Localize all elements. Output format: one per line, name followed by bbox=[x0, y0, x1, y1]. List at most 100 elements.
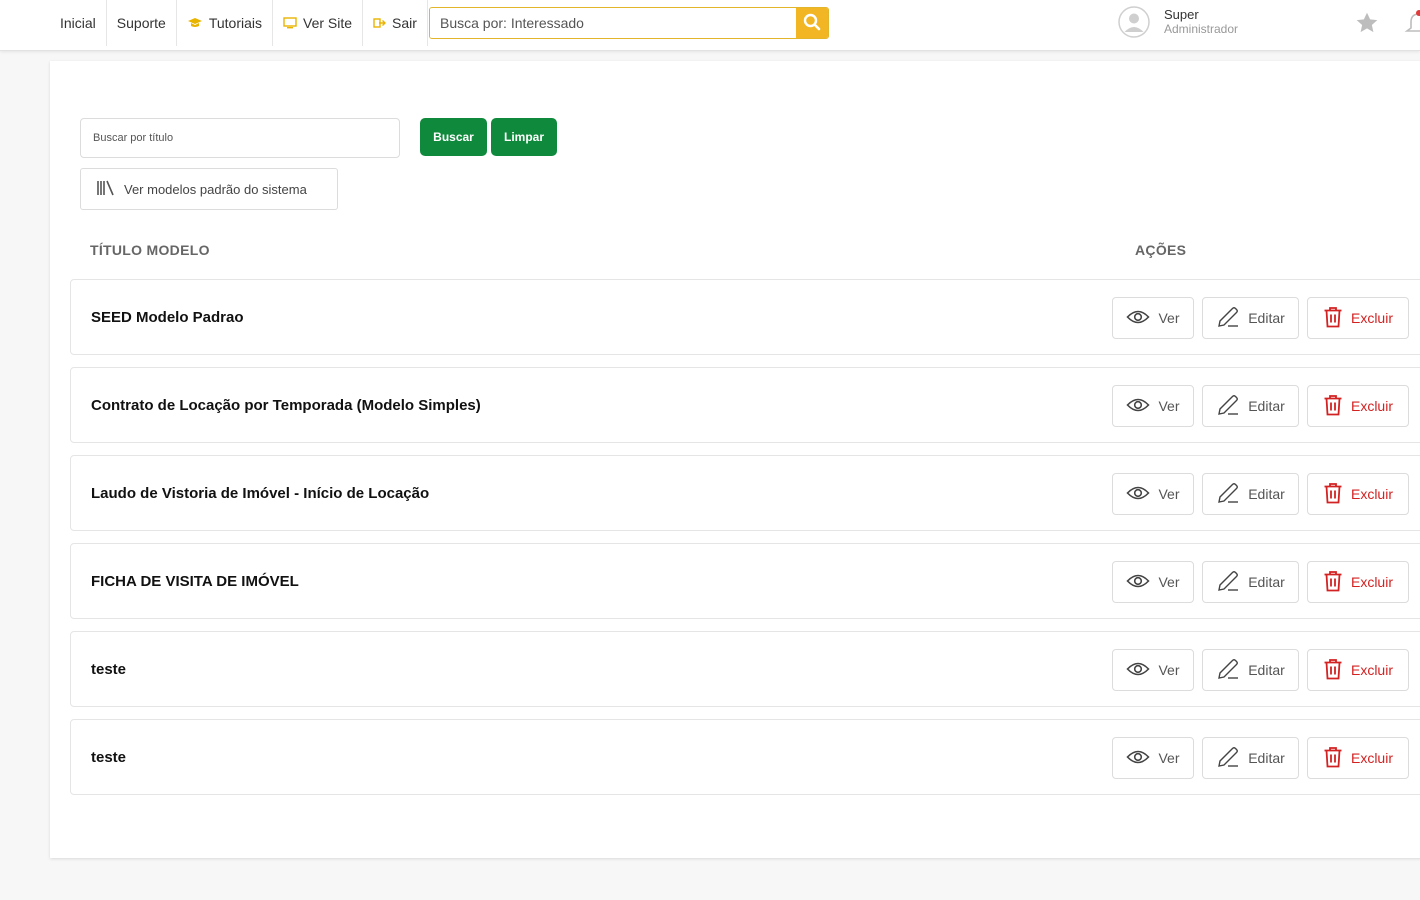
delete-label: Excluir bbox=[1350, 574, 1393, 590]
templates-list: SEED Modelo Padrao Ver Editar Excluir Co… bbox=[70, 279, 1420, 807]
nav-tutoriais[interactable]: Tutoriais bbox=[177, 0, 274, 46]
view-label: Ver bbox=[1158, 574, 1180, 590]
user-name: Super bbox=[1164, 7, 1199, 22]
sign-out-icon bbox=[373, 17, 387, 29]
library-icon bbox=[96, 180, 116, 199]
edit-label: Editar bbox=[1248, 310, 1285, 326]
trash-icon bbox=[1323, 394, 1343, 419]
pencil-icon bbox=[1216, 393, 1240, 420]
edit-button[interactable]: Editar bbox=[1202, 649, 1299, 691]
eye-icon bbox=[1126, 573, 1151, 592]
edit-button[interactable]: Editar bbox=[1202, 473, 1299, 515]
edit-label: Editar bbox=[1248, 574, 1285, 590]
search-icon bbox=[803, 13, 821, 34]
row-title: teste bbox=[91, 749, 127, 766]
nav-ver-site[interactable]: Ver Site bbox=[273, 0, 364, 46]
edit-button[interactable]: Editar bbox=[1202, 737, 1299, 779]
nav-ver-site-label: Ver Site bbox=[303, 15, 353, 31]
nav-inicial-label: Inicial bbox=[60, 15, 96, 31]
user-menu[interactable]: Super Administrador bbox=[1118, 6, 1238, 38]
top-navbar: Inicial Suporte Tutoriais Ver Site Sair bbox=[0, 0, 1420, 51]
view-label: Ver bbox=[1158, 398, 1180, 414]
eye-icon bbox=[1126, 309, 1151, 328]
eye-icon bbox=[1126, 485, 1151, 504]
pencil-icon bbox=[1216, 657, 1240, 684]
view-label: Ver bbox=[1158, 310, 1180, 326]
view-button[interactable]: Ver bbox=[1112, 297, 1194, 339]
table-row: FICHA DE VISITA DE IMÓVEL Ver Editar Exc… bbox=[70, 543, 1420, 619]
nav-inicial[interactable]: Inicial bbox=[50, 0, 107, 46]
table-row: Laudo de Vistoria de Imóvel - Início de … bbox=[70, 455, 1420, 531]
delete-label: Excluir bbox=[1350, 486, 1393, 502]
edit-button[interactable]: Editar bbox=[1202, 297, 1299, 339]
pencil-icon bbox=[1216, 745, 1240, 772]
user-info: Super Administrador bbox=[1164, 7, 1239, 37]
trash-icon bbox=[1323, 746, 1343, 771]
monitor-icon bbox=[283, 17, 297, 29]
edit-label: Editar bbox=[1248, 398, 1285, 414]
edit-label: Editar bbox=[1248, 486, 1285, 502]
view-label: Ver bbox=[1158, 750, 1180, 766]
row-title: Contrato de Locação por Temporada (Model… bbox=[91, 397, 481, 414]
nav-sair[interactable]: Sair bbox=[363, 0, 428, 46]
table-row: Contrato de Locação por Temporada (Model… bbox=[70, 367, 1420, 443]
eye-icon bbox=[1126, 661, 1151, 680]
column-header-actions: AÇÕES bbox=[1135, 242, 1187, 258]
view-label: Ver bbox=[1158, 486, 1180, 502]
pencil-icon bbox=[1216, 569, 1240, 596]
title-search-input[interactable] bbox=[80, 118, 400, 158]
delete-button[interactable]: Excluir bbox=[1307, 737, 1409, 779]
row-title: teste bbox=[91, 661, 127, 678]
trash-icon bbox=[1323, 482, 1343, 507]
edit-button[interactable]: Editar bbox=[1202, 561, 1299, 603]
delete-button[interactable]: Excluir bbox=[1307, 297, 1409, 339]
delete-button[interactable]: Excluir bbox=[1307, 473, 1409, 515]
trash-icon bbox=[1323, 658, 1343, 683]
view-button[interactable]: Ver bbox=[1112, 737, 1194, 779]
buscar-button[interactable]: Buscar bbox=[420, 118, 487, 156]
main-nav: Inicial Suporte Tutoriais Ver Site Sair bbox=[50, 0, 428, 46]
default-models-label: Ver modelos padrão do sistema bbox=[124, 181, 307, 197]
view-button[interactable]: Ver bbox=[1112, 561, 1194, 603]
default-models-button[interactable]: Ver modelos padrão do sistema bbox=[80, 168, 338, 210]
pencil-icon bbox=[1216, 305, 1240, 332]
table-row: teste Ver Editar Excluir bbox=[70, 719, 1420, 795]
edit-label: Editar bbox=[1248, 750, 1285, 766]
templates-card: Buscar Limpar Ver modelos padrão do sist… bbox=[50, 61, 1420, 858]
column-header-title: TÍTULO MODELO bbox=[90, 242, 210, 258]
global-search bbox=[429, 7, 829, 39]
delete-button[interactable]: Excluir bbox=[1307, 561, 1409, 603]
eye-icon bbox=[1126, 397, 1151, 416]
delete-label: Excluir bbox=[1350, 662, 1393, 678]
bell-icon[interactable] bbox=[1403, 10, 1420, 41]
graduation-cap-icon bbox=[187, 17, 203, 29]
delete-label: Excluir bbox=[1350, 750, 1393, 766]
row-title: SEED Modelo Padrao bbox=[91, 309, 244, 326]
delete-label: Excluir bbox=[1350, 398, 1393, 414]
edit-button[interactable]: Editar bbox=[1202, 385, 1299, 427]
global-search-button[interactable] bbox=[796, 8, 828, 38]
user-role: Administrador bbox=[1164, 22, 1239, 36]
delete-button[interactable]: Excluir bbox=[1307, 649, 1409, 691]
delete-button[interactable]: Excluir bbox=[1307, 385, 1409, 427]
view-button[interactable]: Ver bbox=[1112, 385, 1194, 427]
avatar bbox=[1118, 6, 1150, 38]
trash-icon bbox=[1323, 570, 1343, 595]
star-icon[interactable] bbox=[1354, 10, 1380, 41]
nav-tutoriais-label: Tutoriais bbox=[208, 15, 263, 31]
edit-label: Editar bbox=[1248, 662, 1285, 678]
row-title: Laudo de Vistoria de Imóvel - Início de … bbox=[91, 485, 430, 502]
nav-sair-label: Sair bbox=[392, 15, 417, 31]
table-row: teste Ver Editar Excluir bbox=[70, 631, 1420, 707]
pencil-icon bbox=[1216, 481, 1240, 508]
view-button[interactable]: Ver bbox=[1112, 649, 1194, 691]
limpar-button[interactable]: Limpar bbox=[491, 118, 557, 156]
delete-label: Excluir bbox=[1350, 310, 1393, 326]
nav-suporte[interactable]: Suporte bbox=[107, 0, 177, 46]
nav-suporte-label: Suporte bbox=[116, 15, 166, 31]
row-title: FICHA DE VISITA DE IMÓVEL bbox=[91, 573, 299, 590]
view-label: Ver bbox=[1158, 662, 1180, 678]
eye-icon bbox=[1126, 749, 1151, 768]
global-search-input[interactable] bbox=[430, 8, 796, 38]
view-button[interactable]: Ver bbox=[1112, 473, 1194, 515]
